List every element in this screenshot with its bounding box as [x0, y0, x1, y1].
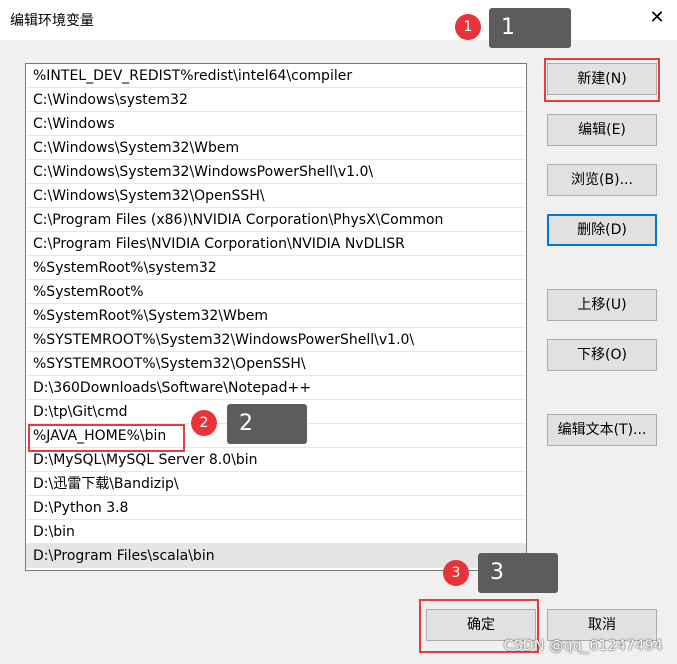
annotation-tag-2: 2 — [227, 404, 307, 444]
edit-button[interactable]: 编辑(E) — [547, 114, 657, 146]
list-item[interactable]: %SystemRoot%\System32\Wbem — [26, 304, 526, 328]
list-item[interactable]: C:\Windows\System32\WindowsPowerShell\v1… — [26, 160, 526, 184]
cancel-button[interactable]: 取消 — [547, 609, 657, 641]
annotation-tag-1: 1 — [489, 8, 571, 48]
window-title: 编辑环境变量 — [10, 13, 94, 29]
list-item[interactable]: C:\Program Files (x86)\NVIDIA Corporatio… — [26, 208, 526, 232]
annotation-marker-1: 1 — [455, 14, 481, 40]
list-item[interactable]: D:\360Downloads\Software\Notepad++ — [26, 376, 526, 400]
annotation-marker-2: 2 — [191, 410, 217, 436]
close-icon[interactable]: ✕ — [646, 6, 668, 30]
list-item[interactable]: D:\MySQL\MySQL Server 8.0\bin — [26, 448, 526, 472]
list-item[interactable]: %SYSTEMROOT%\System32\OpenSSH\ — [26, 352, 526, 376]
list-item[interactable]: %INTEL_DEV_REDIST%redist\intel64\compile… — [26, 64, 526, 88]
move-down-button[interactable]: 下移(O) — [547, 339, 657, 371]
list-item[interactable]: D:\bin — [26, 520, 526, 544]
new-button[interactable]: 新建(N) — [547, 63, 657, 95]
list-item[interactable]: C:\Windows\System32\Wbem — [26, 136, 526, 160]
move-up-button[interactable]: 上移(U) — [547, 289, 657, 321]
ok-button[interactable]: 确定 — [426, 609, 536, 641]
list-item[interactable]: D:\Python 3.8 — [26, 496, 526, 520]
list-item[interactable]: %SYSTEMROOT%\System32\WindowsPowerShell\… — [26, 328, 526, 352]
browse-button[interactable]: 浏览(B)... — [547, 164, 657, 196]
list-item[interactable]: C:\Windows\System32\OpenSSH\ — [26, 184, 526, 208]
edit-text-button[interactable]: 编辑文本(T)... — [547, 414, 657, 446]
list-item[interactable]: C:\Windows\system32 — [26, 88, 526, 112]
delete-button[interactable]: 删除(D) — [547, 214, 657, 246]
list-item[interactable]: %SystemRoot%\system32 — [26, 256, 526, 280]
watermark: CSDN @qq_61247494 — [503, 638, 663, 654]
annotation-tag-3: 3 — [478, 553, 558, 593]
path-list[interactable]: %INTEL_DEV_REDIST%redist\intel64\compile… — [25, 63, 527, 571]
list-item[interactable]: C:\Program Files\NVIDIA Corporation\NVID… — [26, 232, 526, 256]
list-item[interactable]: %SystemRoot% — [26, 280, 526, 304]
list-item[interactable]: D:\迅雷下载\Bandizip\ — [26, 472, 526, 496]
title-bar: 编辑环境变量 ✕ — [0, 0, 677, 40]
list-item[interactable]: C:\Windows — [26, 112, 526, 136]
annotation-marker-3: 3 — [443, 560, 469, 586]
